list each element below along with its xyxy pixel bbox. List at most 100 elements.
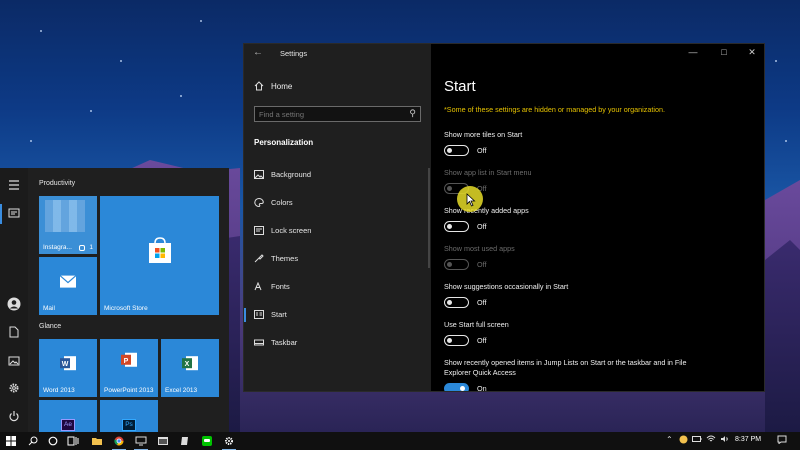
search-box[interactable]: ⚲ [254, 106, 421, 122]
nav-home-label: Home [271, 82, 293, 91]
windows-logo-icon [6, 436, 16, 446]
clock[interactable]: 8:37 PM [735, 436, 761, 443]
app-button[interactable] [152, 432, 174, 450]
tile-powerpoint[interactable]: P PowerPoint 2013 [100, 339, 158, 397]
search-icon[interactable]: ⚲ [409, 108, 416, 119]
toggle-switch [444, 259, 469, 270]
notifications-icon[interactable] [777, 435, 787, 446]
search-button[interactable] [22, 432, 44, 450]
setting-label: Show recently opened items in Jump Lists… [444, 358, 687, 377]
nav-item-taskbar[interactable]: Taskbar [244, 332, 431, 354]
rail-active-indicator [0, 204, 2, 224]
tile-label: Excel 2013 [165, 387, 198, 394]
app-button[interactable] [174, 432, 196, 450]
nav-item-label: Taskbar [271, 338, 298, 347]
font-icon [254, 282, 262, 291]
tiles-icon[interactable] [6, 206, 22, 222]
setting-suggestions: Show suggestions occasionally in Start O… [444, 282, 744, 310]
svg-text:X: X [185, 361, 190, 368]
search-input[interactable] [259, 109, 404, 120]
task-view-icon [67, 436, 79, 446]
svg-text:P: P [124, 358, 129, 365]
nav-scrollbar[interactable] [428, 168, 430, 268]
nav-item-label: Lock screen [271, 226, 312, 235]
toggle-switch[interactable] [444, 145, 469, 156]
nav-item-themes[interactable]: Themes [244, 248, 431, 270]
start-menu-rail [0, 168, 28, 432]
toggle-switch[interactable] [444, 297, 469, 308]
window-icon [158, 437, 168, 445]
cortana-icon [48, 436, 58, 446]
nav-home[interactable]: Home [254, 81, 424, 95]
tile-word[interactable]: W Word 2013 [39, 339, 97, 397]
back-arrow-icon[interactable]: ← [253, 47, 263, 58]
tile-excel[interactable]: X Excel 2013 [161, 339, 219, 397]
tile-label: Microsoft Store [104, 305, 148, 312]
setting-label: Show more tiles on Start [444, 130, 523, 139]
start-menu: Productivity Instagra... 1 Microsoft Sto… [0, 168, 229, 432]
picture-icon [254, 170, 264, 179]
store-bag-icon [145, 235, 175, 270]
hamburger-icon[interactable] [6, 178, 22, 194]
toggle-switch[interactable] [444, 221, 469, 232]
settings-taskbar-button[interactable] [218, 432, 240, 450]
brush-icon [254, 254, 264, 263]
toggle-state: Off [477, 260, 487, 269]
tile-label: Instagra... [43, 244, 72, 251]
start-icon [254, 310, 264, 319]
setting-label: Show suggestions occasionally in Start [444, 282, 569, 291]
tile-photoshop[interactable]: Ps [100, 400, 158, 432]
setting-jump-lists: Show recently opened items in Jump Lists… [444, 358, 714, 391]
start-button[interactable] [0, 432, 22, 450]
after-effects-icon: Ae [61, 419, 75, 431]
nav-item-fonts[interactable]: Fonts [244, 276, 431, 298]
tile-label: Mail [43, 305, 55, 312]
toggle-state: On [477, 384, 487, 391]
user-icon[interactable] [6, 297, 22, 313]
chrome-icon [114, 436, 124, 446]
taskbar-icon [254, 339, 264, 346]
tile-mail[interactable]: Mail [39, 257, 97, 315]
toggle-switch[interactable] [444, 383, 469, 391]
taskbar: ⌃ 8:37 PM [0, 432, 800, 450]
nav-item-lock-screen[interactable]: Lock screen [244, 220, 431, 242]
nav-item-colors[interactable]: Colors [244, 192, 431, 214]
nav-section-title: Personalization [254, 138, 314, 147]
document-icon[interactable] [6, 326, 22, 342]
app-button[interactable] [130, 432, 152, 450]
excel-icon: X [181, 354, 199, 377]
power-icon[interactable] [6, 410, 22, 426]
task-view-button[interactable] [62, 432, 84, 450]
line-app-button[interactable] [196, 432, 218, 450]
notification-badge: 1 [89, 244, 93, 251]
title-bar: ← Settings [244, 44, 431, 64]
setting-app-list: Show app list in Start menu Off [444, 168, 744, 196]
file-explorer-button[interactable] [86, 432, 108, 450]
emoji-icon[interactable] [679, 435, 688, 446]
toggle-state: Off [477, 222, 487, 231]
organization-note: *Some of these settings are hidden or ma… [444, 105, 665, 114]
cortana-button[interactable] [42, 432, 64, 450]
chevron-up-icon[interactable]: ⌃ [666, 435, 673, 444]
volume-icon[interactable] [720, 435, 730, 445]
chrome-button[interactable] [108, 432, 130, 450]
tile-microsoft-store[interactable]: Microsoft Store [100, 196, 219, 315]
home-icon [254, 81, 264, 94]
tile-label: Word 2013 [43, 387, 75, 394]
toggle-switch[interactable] [444, 335, 469, 346]
tile-after-effects[interactable]: Ae [39, 400, 97, 432]
nav-item-background[interactable]: Background [244, 164, 431, 186]
tile-instagram[interactable]: Instagra... 1 [39, 196, 97, 254]
nav-item-label: Fonts [271, 282, 290, 291]
word-icon: W [59, 354, 77, 377]
gear-icon[interactable] [6, 382, 22, 398]
toggle-state: Off [477, 336, 487, 345]
lock-screen-icon [254, 226, 264, 235]
nav-item-start[interactable]: Start [244, 304, 431, 326]
group-title-glance: Glance [39, 323, 62, 330]
battery-icon[interactable] [692, 435, 702, 445]
toggle-state: Off [477, 298, 487, 307]
wifi-icon[interactable] [706, 435, 716, 445]
page-title: Start [444, 78, 476, 95]
pictures-icon[interactable] [6, 354, 22, 370]
